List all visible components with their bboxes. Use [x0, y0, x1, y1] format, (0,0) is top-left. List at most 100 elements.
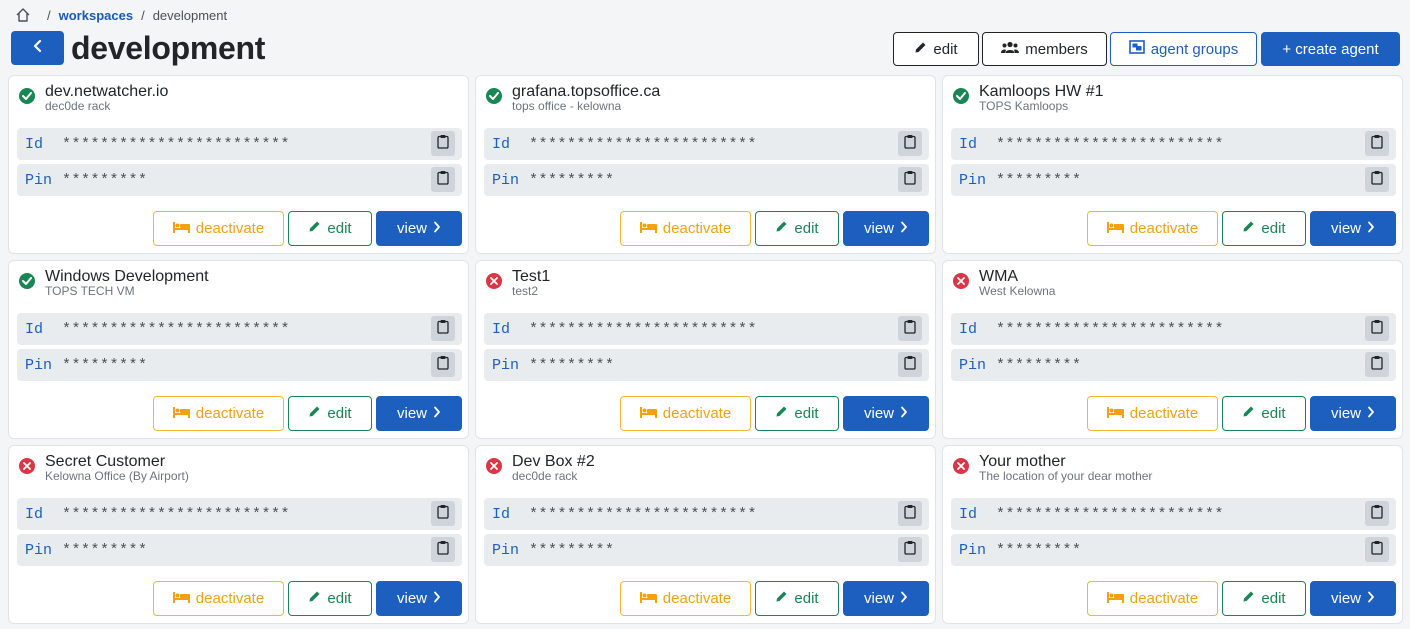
agent-card: Your mother The location of your dear mo… [942, 445, 1403, 624]
edit-agent-button[interactable]: edit [755, 581, 839, 616]
view-agent-button[interactable]: view [1310, 211, 1396, 246]
copy-id-button[interactable] [1365, 131, 1389, 156]
view-agent-button[interactable]: view [376, 396, 462, 431]
agent-location: TOPS Kamloops [979, 99, 1069, 113]
copy-pin-button[interactable] [898, 167, 922, 192]
clipboard-icon [437, 319, 449, 339]
agent-card: Secret Customer Kelowna Office (By Airpo… [8, 445, 469, 624]
copy-pin-button[interactable] [431, 537, 455, 562]
edit-label: edit [794, 405, 819, 422]
deactivate-label: deactivate [662, 220, 732, 237]
edit-agent-button[interactable]: edit [288, 581, 372, 616]
view-agent-button[interactable]: view [1310, 396, 1396, 431]
bed-icon [639, 220, 657, 237]
agent-location: TOPS TECH VM [45, 284, 135, 298]
copy-pin-button[interactable] [1365, 352, 1389, 377]
agent-groups-label: agent groups [1150, 40, 1239, 58]
create-agent-button[interactable]: + create agent [1261, 32, 1400, 66]
copy-id-button[interactable] [1365, 316, 1389, 341]
copy-id-button[interactable] [431, 131, 455, 156]
edit-label: edit [327, 220, 352, 237]
breadcrumb-workspaces[interactable]: workspaces [59, 8, 133, 23]
deactivate-button[interactable]: deactivate [620, 211, 751, 246]
view-agent-button[interactable]: view [1310, 581, 1396, 616]
deactivate-label: deactivate [195, 405, 265, 422]
pencil-icon [1242, 220, 1255, 237]
x-circle-icon [19, 458, 35, 474]
edit-agent-button[interactable]: edit [755, 396, 839, 431]
agent-groups-button[interactable]: agent groups [1110, 32, 1257, 66]
view-agent-button[interactable]: view [843, 581, 929, 616]
back-button[interactable] [11, 31, 64, 65]
bed-icon [1106, 405, 1124, 422]
agent-id-field: Id ************************ [951, 128, 1396, 160]
copy-pin-button[interactable] [431, 167, 455, 192]
chevron-right-icon [900, 590, 908, 607]
edit-workspace-button[interactable]: edit [893, 32, 979, 66]
copy-id-button[interactable] [898, 501, 922, 526]
deactivate-button[interactable]: deactivate [1087, 211, 1218, 246]
deactivate-button[interactable]: deactivate [1087, 581, 1218, 616]
id-label: Id [959, 506, 978, 523]
edit-label: edit [794, 590, 819, 607]
members-label: members [1025, 40, 1088, 58]
deactivate-button[interactable]: deactivate [153, 396, 284, 431]
edit-agent-button[interactable]: edit [1222, 211, 1306, 246]
home-icon[interactable] [15, 7, 31, 23]
agent-id-field: Id ************************ [951, 498, 1396, 530]
agent-pin-field: Pin ********* [484, 349, 929, 381]
clipboard-icon [1371, 134, 1383, 154]
edit-agent-button[interactable]: edit [288, 396, 372, 431]
copy-pin-button[interactable] [431, 352, 455, 377]
copy-pin-button[interactable] [898, 537, 922, 562]
view-agent-button[interactable]: view [376, 581, 462, 616]
clipboard-icon [437, 540, 449, 560]
clipboard-icon [437, 355, 449, 375]
breadcrumb-separator: / [47, 7, 51, 23]
pencil-icon [775, 405, 788, 422]
copy-id-button[interactable] [431, 316, 455, 341]
view-label: view [1330, 405, 1361, 422]
edit-agent-button[interactable]: edit [288, 211, 372, 246]
bed-icon [1106, 590, 1124, 607]
clipboard-icon [437, 170, 449, 190]
clipboard-icon [437, 134, 449, 154]
clipboard-icon [904, 504, 916, 524]
id-label: Id [959, 136, 978, 153]
deactivate-button[interactable]: deactivate [620, 396, 751, 431]
copy-pin-button[interactable] [898, 352, 922, 377]
chevron-right-icon [900, 220, 908, 237]
view-agent-button[interactable]: view [843, 396, 929, 431]
members-button[interactable]: members [982, 32, 1107, 66]
copy-id-button[interactable] [898, 131, 922, 156]
copy-id-button[interactable] [431, 501, 455, 526]
agent-card: Kamloops HW #1 TOPS Kamloops Id ********… [942, 75, 1403, 254]
deactivate-button[interactable]: deactivate [620, 581, 751, 616]
deactivate-button[interactable]: deactivate [1087, 396, 1218, 431]
object-group-icon [1128, 40, 1145, 58]
copy-pin-button[interactable] [1365, 167, 1389, 192]
pencil-icon [308, 220, 321, 237]
pencil-icon [775, 590, 788, 607]
clipboard-icon [1371, 504, 1383, 524]
view-agent-button[interactable]: view [843, 211, 929, 246]
chevron-right-icon [900, 405, 908, 422]
edit-agent-button[interactable]: edit [1222, 396, 1306, 431]
agent-pin-value: ********* [996, 172, 1082, 189]
view-label: view [396, 220, 427, 237]
edit-agent-button[interactable]: edit [755, 211, 839, 246]
view-label: view [863, 405, 894, 422]
agent-pin-value: ********* [996, 542, 1082, 559]
pencil-icon [308, 590, 321, 607]
view-agent-button[interactable]: view [376, 211, 462, 246]
agent-location: Kelowna Office (By Airport) [45, 469, 189, 483]
deactivate-button[interactable]: deactivate [153, 211, 284, 246]
pencil-icon [914, 41, 927, 58]
copy-id-button[interactable] [898, 316, 922, 341]
deactivate-button[interactable]: deactivate [153, 581, 284, 616]
bed-icon [172, 405, 190, 422]
copy-id-button[interactable] [1365, 501, 1389, 526]
edit-agent-button[interactable]: edit [1222, 581, 1306, 616]
pin-label: Pin [25, 357, 53, 374]
copy-pin-button[interactable] [1365, 537, 1389, 562]
